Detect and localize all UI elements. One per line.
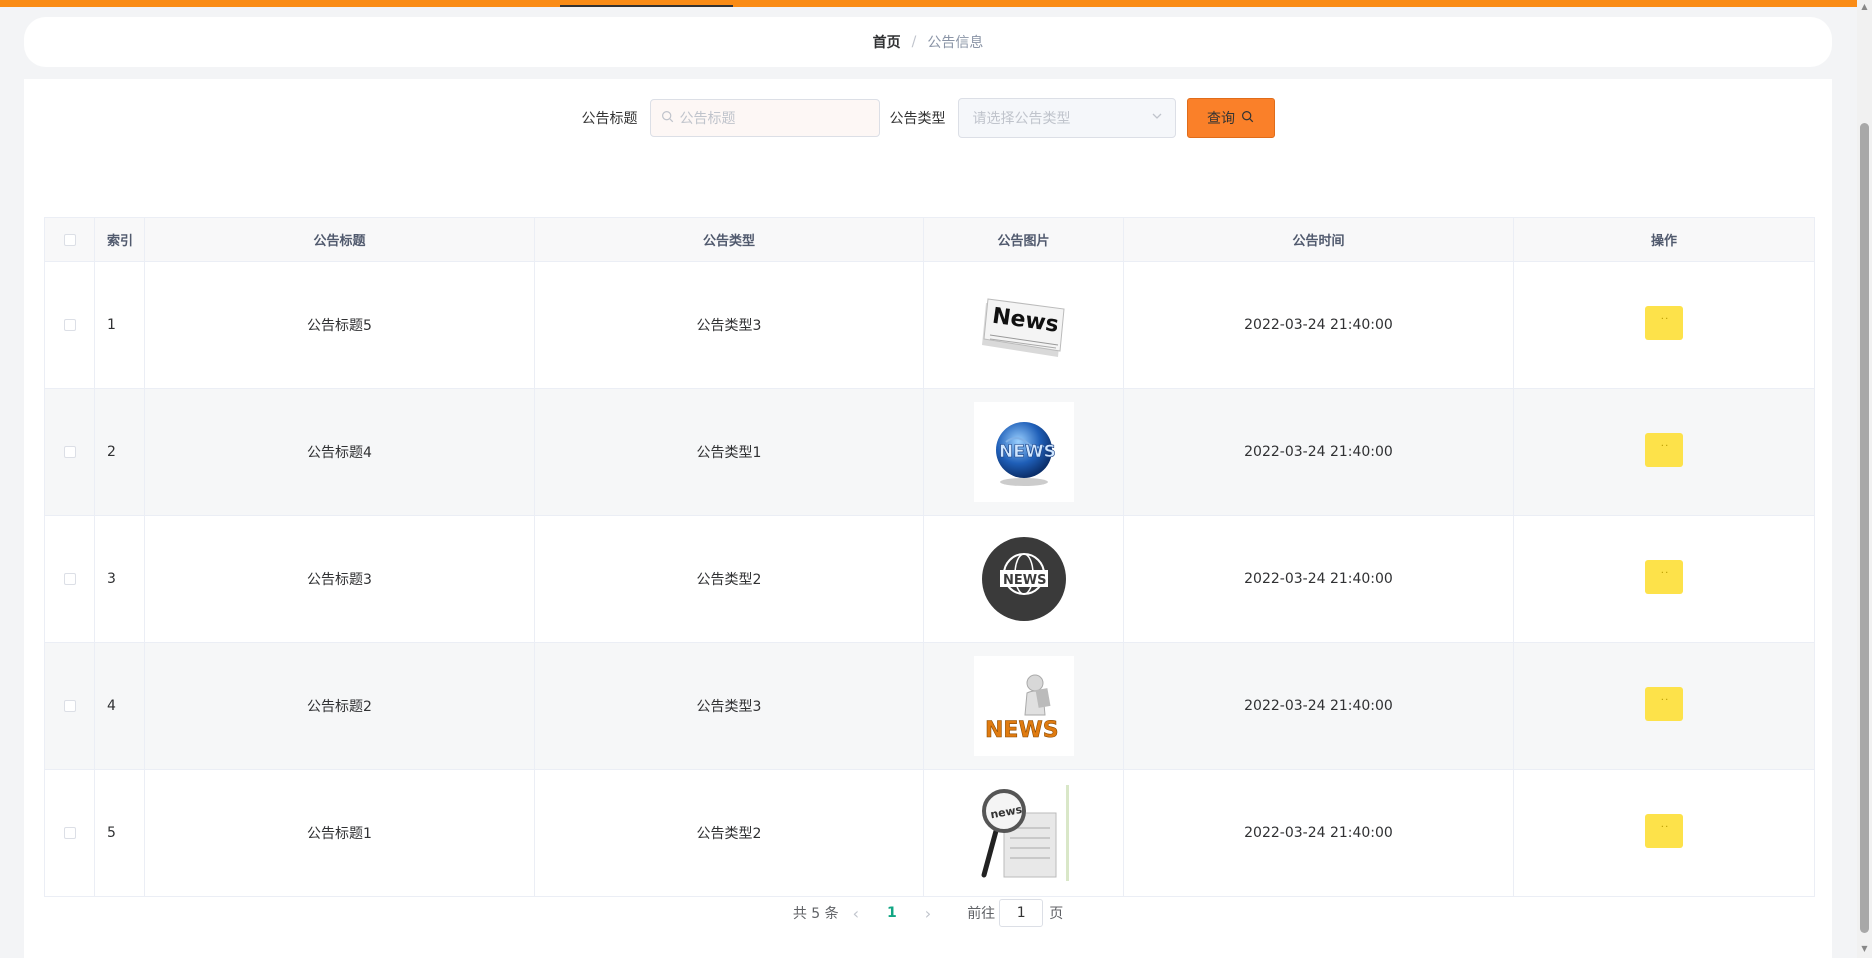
- world-news-badge-icon: NEWS: [973, 529, 1074, 629]
- prev-page-icon[interactable]: ‹: [853, 904, 859, 923]
- row-index: 1: [94, 261, 145, 389]
- header-time: 公告时间: [1123, 217, 1514, 262]
- row-image-cell: News: [923, 261, 1124, 389]
- pagination-total: 共 5 条: [792, 906, 839, 922]
- table-header-row: 索引 公告标题 公告类型 公告图片 公告时间 操作: [44, 217, 1815, 262]
- header-type: 公告类型: [534, 217, 924, 262]
- newspaper-news-icon: News: [973, 275, 1074, 375]
- row-index: 4: [94, 642, 145, 770]
- row-time: 2022-03-24 21:40:00: [1123, 769, 1514, 897]
- table-row: 2 公告标题4 公告类型1 NEWS 2022-03-24 21:40:00 ·…: [44, 388, 1815, 516]
- content-panel: 公告标题 公告标题 公告类型 请选择公告类型 查询 索引 公告标题 公告类型 公…: [24, 79, 1832, 958]
- scroll-down-arrow-icon[interactable]: ▼: [1860, 944, 1869, 954]
- select-all-cell: [44, 217, 95, 262]
- row-index: 5: [94, 769, 145, 897]
- row-type: 公告类型3: [534, 642, 924, 770]
- row-select-cell: [44, 388, 95, 516]
- row-checkbox[interactable]: [63, 446, 76, 458]
- announcement-table: 索引 公告标题 公告类型 公告图片 公告时间 操作 1 公告标题5 公告类型3: [44, 217, 1815, 897]
- breadcrumb: 首页 / 公告信息: [24, 17, 1832, 67]
- type-select[interactable]: 请选择公告类型: [957, 98, 1176, 138]
- row-title: 公告标题5: [144, 261, 535, 389]
- title-input-placeholder: 公告标题: [679, 111, 736, 127]
- row-select-cell: [44, 769, 95, 897]
- row-type: 公告类型2: [534, 769, 924, 897]
- next-page-icon[interactable]: ›: [925, 904, 931, 923]
- row-actions-cell: [1513, 388, 1815, 516]
- type-label: 公告类型: [889, 111, 946, 127]
- top-accent-bar: [0, 0, 1872, 7]
- breadcrumb-current: 公告信息: [927, 35, 984, 51]
- row-image-cell: NEWS: [923, 388, 1124, 516]
- row-image-cell: news: [923, 769, 1124, 897]
- person-reading-news-icon: NEWS: [973, 656, 1074, 756]
- row-index: 3: [94, 515, 145, 643]
- row-action-button[interactable]: [1645, 814, 1683, 848]
- row-index: 2: [94, 388, 145, 516]
- page-scrollbar[interactable]: ▲ ▼: [1857, 0, 1872, 958]
- page-number-button[interactable]: 1: [887, 905, 897, 921]
- row-type: 公告类型2: [534, 515, 924, 643]
- row-title: 公告标题2: [144, 642, 535, 770]
- row-checkbox[interactable]: [63, 827, 76, 839]
- row-action-button[interactable]: [1645, 306, 1683, 340]
- table-row: 4 公告标题2 公告类型3 NEWS 2022-03-24 21:40:00: [44, 642, 1815, 770]
- row-actions-cell: [1513, 515, 1815, 643]
- active-tab-indicator: [560, 5, 733, 7]
- row-checkbox[interactable]: [63, 700, 76, 712]
- row-image-cell: NEWS: [923, 515, 1124, 643]
- row-image-cell: NEWS: [923, 642, 1124, 770]
- row-select-cell: [44, 515, 95, 643]
- row-action-button[interactable]: [1645, 433, 1683, 467]
- row-time: 2022-03-24 21:40:00: [1123, 388, 1514, 516]
- scroll-up-arrow-icon[interactable]: ▲: [1860, 2, 1869, 12]
- table-row: 5 公告标题1 公告类型2 news 2022-03-24 21:40:00 ·…: [44, 769, 1815, 897]
- header-image: 公告图片: [923, 217, 1124, 262]
- query-button-label: 查询: [1207, 111, 1235, 127]
- goto-prefix: 前往: [967, 906, 996, 922]
- chevron-down-icon: [1151, 110, 1163, 126]
- row-title: 公告标题1: [144, 769, 535, 897]
- header-title: 公告标题: [144, 217, 535, 262]
- row-action-button[interactable]: [1645, 687, 1683, 721]
- row-action-button[interactable]: [1645, 560, 1683, 594]
- goto-page-input[interactable]: 1: [999, 899, 1044, 927]
- title-search-input[interactable]: 公告标题: [649, 99, 880, 137]
- goto-suffix: 页: [1049, 906, 1064, 922]
- svg-text:NEWS: NEWS: [999, 442, 1056, 462]
- breadcrumb-separator: /: [911, 34, 917, 50]
- svg-text:NEWS: NEWS: [1003, 573, 1046, 588]
- type-select-placeholder: 请选择公告类型: [972, 111, 1071, 127]
- row-checkbox[interactable]: [63, 573, 76, 585]
- row-actions-cell: [1513, 261, 1815, 389]
- query-button[interactable]: 查询: [1186, 98, 1275, 138]
- row-title: 公告标题4: [144, 388, 535, 516]
- table-row: 1 公告标题5 公告类型3 News 2022-03-24 21:40:00 ·…: [44, 261, 1815, 389]
- magnifier-news-icon: news: [973, 783, 1074, 883]
- header-actions: 操作: [1513, 217, 1815, 262]
- row-select-cell: [44, 261, 95, 389]
- row-select-cell: [44, 642, 95, 770]
- row-title: 公告标题3: [144, 515, 535, 643]
- row-time: 2022-03-24 21:40:00: [1123, 642, 1514, 770]
- search-icon: [661, 110, 674, 127]
- row-checkbox[interactable]: [63, 319, 76, 331]
- breadcrumb-home[interactable]: 首页: [873, 32, 901, 52]
- svg-text:NEWS: NEWS: [985, 718, 1059, 743]
- title-label: 公告标题: [581, 111, 638, 127]
- globe-news-icon: NEWS: [973, 402, 1074, 502]
- header-index: 索引: [94, 217, 145, 262]
- row-type: 公告类型3: [534, 261, 924, 389]
- search-icon: [1241, 110, 1254, 127]
- pagination: 共 5 条 ‹ 1 › 前往 1 页: [24, 898, 1832, 928]
- row-time: 2022-03-24 21:40:00: [1123, 515, 1514, 643]
- search-form: 公告标题 公告标题 公告类型 请选择公告类型 查询: [24, 98, 1832, 138]
- row-time: 2022-03-24 21:40:00: [1123, 261, 1514, 389]
- row-actions-cell: [1513, 769, 1815, 897]
- select-all-checkbox[interactable]: [63, 233, 76, 246]
- scrollbar-thumb[interactable]: [1860, 123, 1869, 933]
- row-type: 公告类型1: [534, 388, 924, 516]
- table-row: 3 公告标题3 公告类型2 NEWS 2022-03-24 21:40:00 ·…: [44, 515, 1815, 643]
- row-actions-cell: [1513, 642, 1815, 770]
